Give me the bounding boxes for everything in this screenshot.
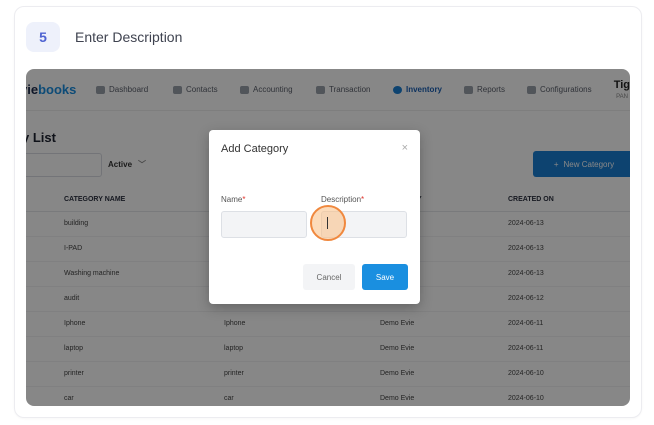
close-icon[interactable]: × xyxy=(402,142,408,154)
save-button[interactable]: Save xyxy=(362,264,408,290)
name-input[interactable] xyxy=(221,211,307,238)
name-field-label: Name* xyxy=(221,195,246,204)
modal-title: Add Category xyxy=(221,143,289,155)
description-field-label: Description* xyxy=(321,195,365,204)
cancel-button[interactable]: Cancel xyxy=(303,264,355,290)
click-indicator xyxy=(310,205,346,241)
step-number-badge: 5 xyxy=(26,22,60,52)
text-cursor xyxy=(327,217,328,229)
step-title: Enter Description xyxy=(75,29,183,45)
